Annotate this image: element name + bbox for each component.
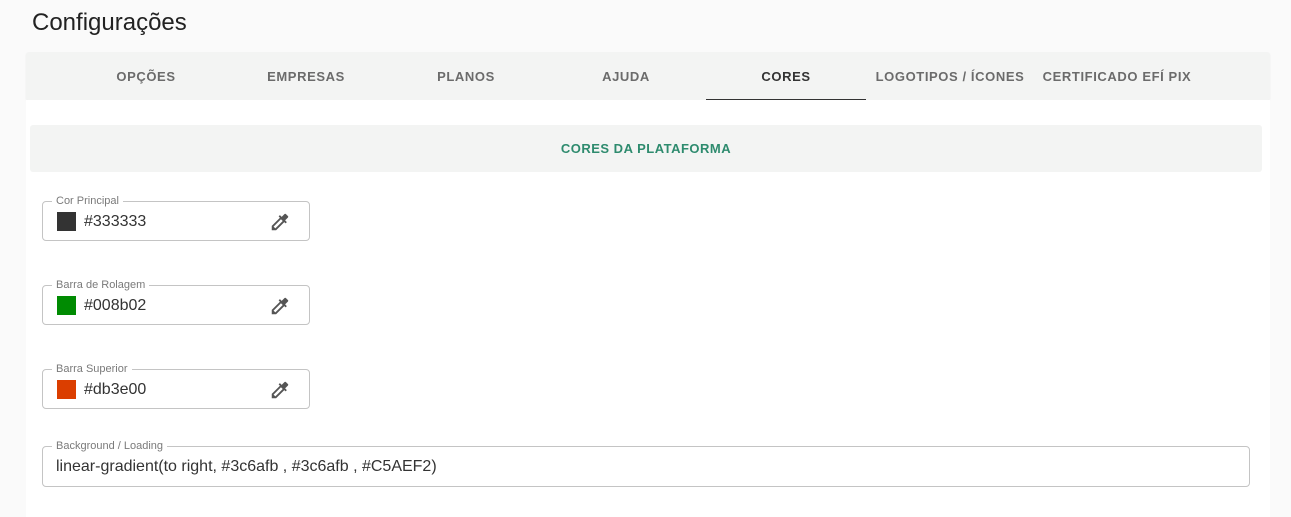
- eyedropper-icon[interactable]: [269, 211, 291, 233]
- topbar-color-value[interactable]: #db3e00: [84, 380, 146, 400]
- tab-certificado-efi-pix[interactable]: CERTIFICADO EFÍ PIX: [1037, 52, 1197, 100]
- section-title: CORES DA PLATAFORMA: [30, 125, 1262, 172]
- tab-planos[interactable]: PLANOS: [386, 52, 546, 100]
- primary-color-field[interactable]: Cor Principal #333333: [42, 194, 310, 241]
- background-loading-value[interactable]: linear-gradient(to right, #3c6afb , #3c6…: [56, 457, 437, 477]
- tab-opcoes[interactable]: OPÇÕES: [66, 52, 226, 100]
- primary-color-value[interactable]: #333333: [84, 212, 146, 232]
- page-title: Configurações: [32, 9, 187, 36]
- topbar-color-label: Barra Superior: [52, 362, 132, 376]
- background-loading-label: Background / Loading: [52, 439, 168, 453]
- eyedropper-icon[interactable]: [269, 379, 291, 401]
- eyedropper-icon[interactable]: [269, 295, 291, 317]
- topbar-color-field[interactable]: Barra Superior #db3e00: [42, 362, 310, 409]
- topbar-color-swatch[interactable]: [57, 380, 76, 399]
- colors-panel: CORES DA PLATAFORMA Cor Principal #33333…: [26, 100, 1270, 517]
- scrollbar-color-field[interactable]: Barra de Rolagem #008b02: [42, 278, 310, 325]
- scrollbar-color-swatch[interactable]: [57, 296, 76, 315]
- settings-tabs: OPÇÕES EMPRESAS PLANOS AJUDA CORES LOGOT…: [26, 52, 1270, 101]
- scrollbar-color-label: Barra de Rolagem: [52, 278, 150, 292]
- primary-color-label: Cor Principal: [52, 194, 123, 208]
- primary-color-swatch[interactable]: [57, 212, 76, 231]
- tab-empresas[interactable]: EMPRESAS: [226, 52, 386, 100]
- tab-ajuda[interactable]: AJUDA: [546, 52, 706, 100]
- background-loading-field[interactable]: Background / Loading linear-gradient(to …: [42, 439, 1250, 487]
- tab-logotipos-icones[interactable]: LOGOTIPOS / ÍCONES: [870, 52, 1030, 100]
- scrollbar-color-value[interactable]: #008b02: [84, 296, 146, 316]
- tab-cores[interactable]: CORES: [706, 52, 866, 101]
